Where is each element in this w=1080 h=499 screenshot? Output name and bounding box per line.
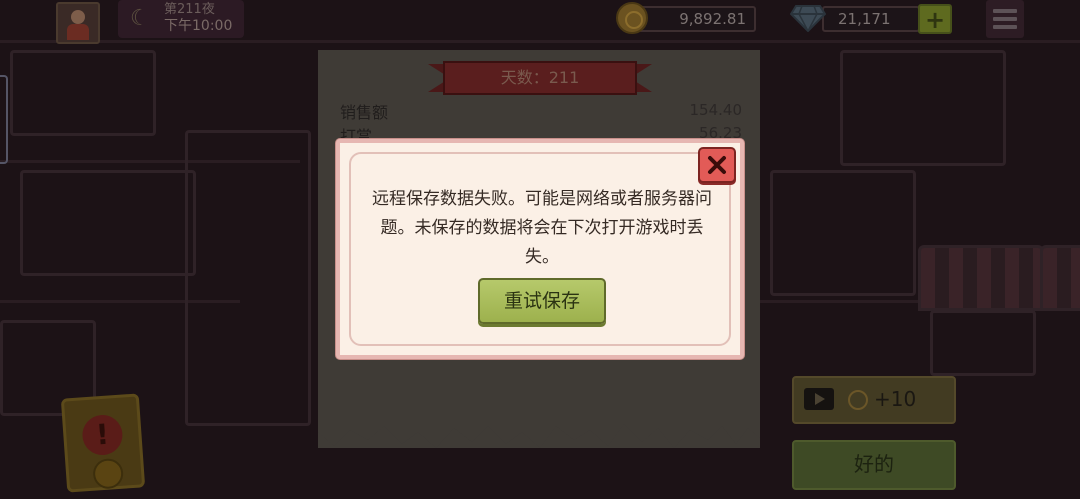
striped-awning bbox=[918, 245, 1044, 311]
night-label: 第211夜 bbox=[164, 2, 215, 17]
time-label: 下午10:00 bbox=[164, 18, 233, 34]
shelf bbox=[20, 170, 196, 276]
tips-label: 打赏 bbox=[340, 127, 373, 139]
exclamation-icon: ! bbox=[81, 413, 124, 457]
side-drawer-tab[interactable] bbox=[0, 75, 8, 164]
diamond-icon bbox=[790, 5, 826, 32]
receipt-torn-edge bbox=[318, 418, 760, 448]
watch-ad-button[interactable]: +10 bbox=[792, 376, 956, 424]
coin-icon bbox=[616, 2, 648, 34]
dialog-message: 远程保存数据失败。可能是网络或者服务器问题。未保存的数据将会在下次打开游戏时丢失… bbox=[372, 189, 712, 267]
hamburger-menu-icon[interactable] bbox=[986, 0, 1024, 38]
menu-bar bbox=[993, 25, 1017, 29]
sales-label: 销售额 bbox=[340, 103, 389, 122]
ad-reward-label: +10 bbox=[874, 387, 917, 411]
day-count-label: 天数：211 bbox=[500, 68, 580, 87]
character-portrait-icon[interactable] bbox=[56, 2, 100, 44]
add-gems-button[interactable]: + bbox=[918, 4, 952, 34]
moon-icon: ☾ bbox=[130, 6, 150, 31]
sales-value: 154.40 bbox=[689, 101, 743, 119]
portrait-head bbox=[71, 10, 85, 24]
menu-bar bbox=[993, 17, 1017, 21]
coin-balance: 9,892.81 bbox=[638, 6, 756, 32]
wall-trim bbox=[0, 40, 1080, 43]
counter bbox=[930, 310, 1036, 376]
shelf bbox=[10, 50, 156, 136]
alert-knob bbox=[92, 457, 125, 490]
shop-door bbox=[185, 130, 311, 426]
ok-button[interactable]: 好的 bbox=[792, 440, 956, 490]
alert-card[interactable]: ! bbox=[60, 393, 146, 493]
coin-icon bbox=[848, 390, 868, 410]
video-play-icon bbox=[804, 388, 834, 410]
portrait-body bbox=[67, 24, 89, 40]
close-icon[interactable] bbox=[698, 147, 736, 183]
striped-awning bbox=[1040, 245, 1080, 311]
tips-value: 56.23 bbox=[699, 124, 742, 139]
shelf bbox=[840, 50, 1006, 166]
day-time-text: 第211夜 下午10:00 bbox=[164, 2, 232, 34]
close-x-glyph bbox=[708, 156, 726, 174]
gem-balance: 21,171 bbox=[822, 6, 920, 32]
shelf bbox=[770, 170, 916, 296]
menu-bar bbox=[993, 9, 1017, 13]
retry-save-button[interactable]: 重试保存 bbox=[478, 278, 606, 324]
save-failed-dialog: 远程保存数据失败。可能是网络或者服务器问题。未保存的数据将会在下次打开游戏时丢失… bbox=[336, 139, 744, 359]
